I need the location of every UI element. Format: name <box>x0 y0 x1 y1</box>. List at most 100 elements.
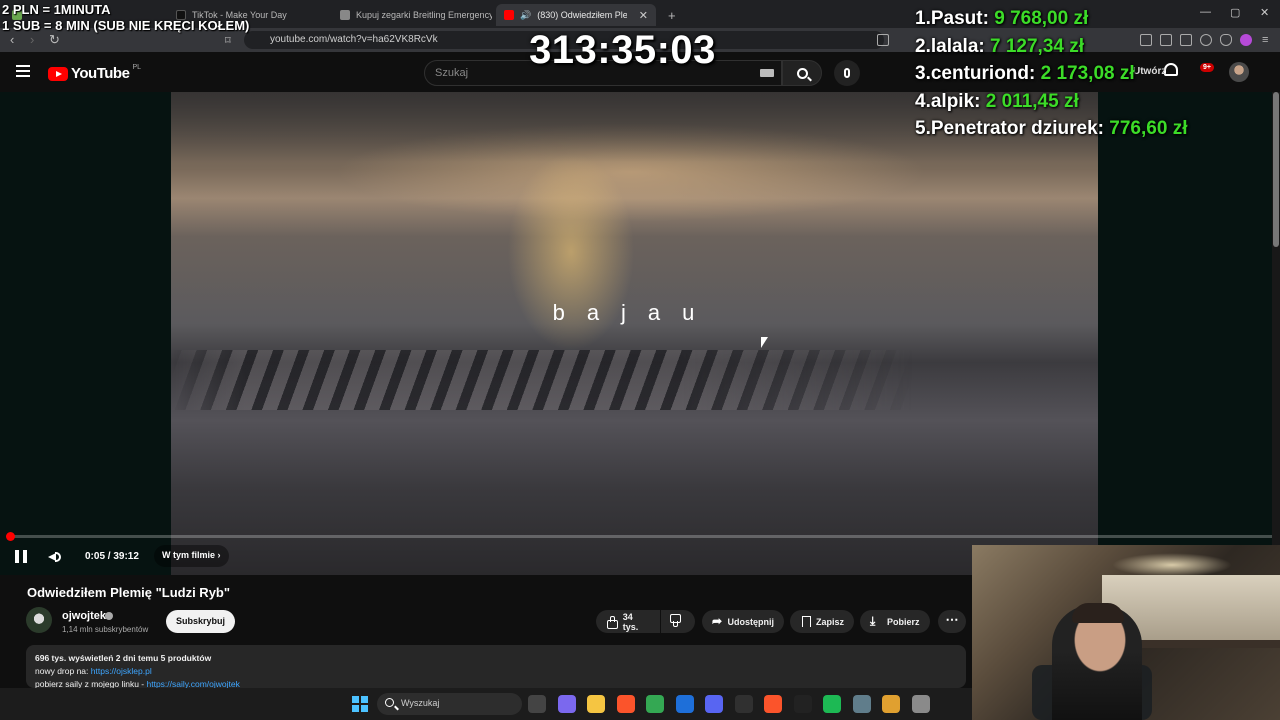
calculator-icon[interactable] <box>852 695 871 713</box>
brave-icon[interactable] <box>616 695 635 713</box>
price-line-1: 2 PLN = 1MINUTA <box>2 2 111 17</box>
tab-label: Kupuj zegarki Breitling Emergency II ... <box>356 10 492 20</box>
webcam-overlay <box>972 545 1280 720</box>
webcam-light <box>1112 553 1232 577</box>
settings-icon[interactable] <box>911 695 930 713</box>
youtube-favicon-icon <box>504 10 514 20</box>
leaderboard-rank: 4. <box>915 90 931 112</box>
leaderboard-rank: 2. <box>915 35 931 57</box>
leaderboard-amount: 7 127,34 zł <box>990 35 1085 57</box>
brave-active-icon[interactable] <box>764 695 782 713</box>
leaderboard-amount: 2 173,08 zł <box>1040 63 1135 84</box>
subscriber-count: 1,14 mln subskrybentów <box>62 625 149 634</box>
taskbar: Wyszukaj <box>0 688 972 720</box>
discord-icon[interactable] <box>705 695 723 713</box>
save-icon <box>800 616 811 627</box>
leaderboard-amount: 9 768,00 zł <box>994 8 1089 29</box>
breitling-icon <box>340 10 350 20</box>
description-stats: 696 tys. wyświetleń 2 dni temu 5 produkt… <box>35 653 212 663</box>
folder-icon[interactable] <box>587 695 605 713</box>
scrollbar[interactable] <box>1272 92 1280 545</box>
chevron-right-icon: › <box>217 550 221 560</box>
description-line-2: nowy drop na: https://ojsklep.pl <box>35 665 957 678</box>
file-explorer-icon[interactable] <box>528 695 546 713</box>
back-icon[interactable]: ‹ <box>10 32 14 47</box>
video-sandbars <box>171 350 1098 410</box>
youtube-wordmark: YouTube <box>71 65 130 82</box>
dislike-button[interactable] <box>661 610 695 633</box>
mic-icon <box>844 68 850 78</box>
speaker-icon: 🔊 <box>520 9 532 20</box>
url-text: youtube.com/watch?v=ha62VK8RcVk <box>270 34 438 45</box>
leaderboard-row: 2.lalala: 7 127,34 zł <box>915 36 1275 64</box>
youtube-play-icon <box>48 66 68 81</box>
price-overlay: 2 PLN = 1MINUTA 1 SUB = 8 MIN (SUB NIE K… <box>2 2 249 34</box>
game-icon[interactable] <box>882 695 900 713</box>
browser-tab-active[interactable]: 🔊 (830) Odwiedziłem Plemię "Lu... ✕ <box>496 4 656 26</box>
cast-icon[interactable] <box>877 34 889 46</box>
obs-icon[interactable] <box>734 695 753 713</box>
like-button[interactable]: 34 tys. <box>596 610 660 633</box>
verified-icon <box>105 612 113 620</box>
close-tab-icon[interactable]: ✕ <box>639 9 648 22</box>
webcam-hair <box>1072 603 1124 623</box>
donation-leaderboard: 1.Pasut: 9 768,00 zł 2.lalala: 7 127,34 … <box>915 8 1275 146</box>
progress-bar[interactable] <box>8 535 1272 538</box>
copilot-icon[interactable] <box>557 695 576 713</box>
scrubber-handle[interactable] <box>6 532 15 541</box>
browser-tab-3[interactable]: Kupuj zegarki Breitling Emergency II ... <box>332 4 492 26</box>
download-button[interactable]: Pobierz <box>860 610 930 633</box>
youtube-logo[interactable]: YouTube PL <box>48 64 141 82</box>
time-display: 0:05 / 39:12 <box>85 551 139 562</box>
description-box[interactable]: 696 tys. wyświetleń 2 dni temu 5 produkt… <box>26 645 966 689</box>
video-title-overlay: bajau <box>552 300 717 325</box>
voice-search-button[interactable] <box>834 60 860 86</box>
video-title: Odwiedziłem Plemię "Ludzi Ryb" <box>27 585 231 600</box>
forward-icon[interactable]: › <box>30 32 34 47</box>
pause-button[interactable] <box>15 550 27 563</box>
leaderboard-row: 3.centuriond: 2 173,08 zł <box>915 63 1275 91</box>
windows-start-icon[interactable] <box>352 696 368 712</box>
thumbs-down-icon <box>671 616 682 627</box>
shop-link[interactable]: https://ojsklep.pl <box>91 666 152 676</box>
like-count: 34 tys. <box>622 611 639 632</box>
leaderboard-rank: 1. <box>915 8 931 29</box>
calculator-app-icon[interactable] <box>675 695 694 713</box>
leaderboard-name: Pasut: <box>930 8 989 29</box>
download-label: Pobierz <box>887 616 920 627</box>
bookmark-icon[interactable]: ⌑ <box>225 34 231 47</box>
country-code: PL <box>132 64 141 71</box>
volume-button[interactable] <box>48 550 62 563</box>
subscribe-button[interactable]: Subskrybuj <box>166 610 235 633</box>
reload-icon[interactable]: ↻ <box>49 32 60 48</box>
taskbar-search-placeholder: Wyszukaj <box>401 698 440 708</box>
leaderboard-rank: 5. <box>915 118 931 139</box>
description-text: nowy drop na: <box>35 666 91 676</box>
save-button[interactable]: Zapisz <box>790 610 854 633</box>
channel-avatar[interactable] <box>26 607 52 633</box>
channel-name[interactable]: ojwojtek <box>62 610 106 622</box>
leaderboard-name: alpik: <box>930 90 981 112</box>
share-label: Udostępnij <box>727 616 775 627</box>
chrome-icon[interactable] <box>646 695 664 713</box>
save-label: Zapisz <box>815 616 844 627</box>
spotify-icon[interactable] <box>823 695 841 713</box>
leaderboard-rank: 3. <box>915 63 931 84</box>
chapters-label: W tym filmie <box>162 550 216 560</box>
mouse-cursor-icon <box>761 337 768 348</box>
taskbar-search[interactable]: Wyszukaj <box>377 693 522 715</box>
new-tab-button[interactable]: + <box>660 4 680 26</box>
more-actions-button[interactable]: ⋯ <box>938 610 966 633</box>
share-button[interactable]: Udostępnij <box>702 610 784 633</box>
leaderboard-name: Penetrator dziurek: <box>930 118 1105 139</box>
muza-icon[interactable] <box>793 695 812 713</box>
leaderboard-name: centuriond: <box>930 63 1036 84</box>
menu-icon[interactable] <box>16 65 30 77</box>
leaderboard-amount: 776,60 zł <box>1109 118 1188 139</box>
volume-wave-icon <box>55 552 61 562</box>
chapters-button[interactable]: W tym filmie › <box>154 545 229 567</box>
video-frame[interactable]: bajau <box>171 92 1098 575</box>
subathon-timer: 313:35:03 <box>529 28 716 72</box>
leaderboard-row: 5.Penetrator dziurek: 776,60 zł <box>915 118 1275 146</box>
leaderboard-name: lalala: <box>930 35 985 57</box>
